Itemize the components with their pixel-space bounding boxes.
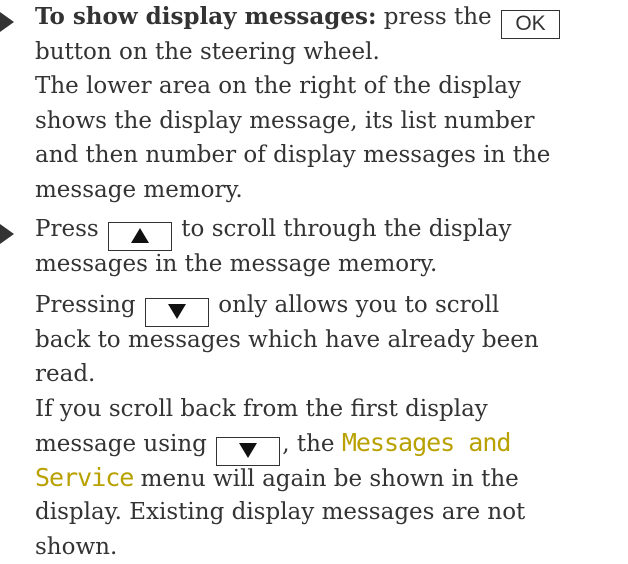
step1-line-4: shows the display message, its list numb… (35, 104, 622, 139)
step2-line-5: read. (35, 357, 622, 392)
step2-press: Press (35, 216, 106, 242)
ok-key-icon: OK (501, 10, 560, 39)
step-heading: To show display messages: (35, 3, 376, 30)
step2-line-9: display. Existing display messages are n… (35, 495, 622, 530)
step2-line-10: shown. (35, 530, 622, 564)
step-text: To show display messages: press the OK b… (35, 0, 622, 207)
step2-line-6: If you scroll back from the first displa… (35, 392, 622, 427)
step2-line-4: back to messages which have already been (35, 323, 622, 358)
menu-name-highlight: Service (35, 463, 133, 492)
step2-text-b: only allows you to scroll (211, 292, 499, 318)
step2-line-2: messages in the message memory. (35, 247, 622, 282)
step2-line-8: Service menu will again be shown in the (35, 461, 622, 496)
manual-page: To show display messages: press the OK b… (0, 0, 628, 562)
step1-line-2: button on the steering wheel. (35, 35, 622, 70)
step1-line-3: The lower area on the right of the displ… (35, 69, 622, 104)
step1-text-a: press the (376, 4, 499, 30)
step2-line-3: Pressing only allows you to scroll (35, 288, 622, 323)
menu-name-highlight: Messages and (342, 428, 511, 457)
bullet-arrow-icon (0, 224, 14, 244)
step2-line8b: menu will again be shown in the (133, 466, 518, 492)
step2-line7a: message using (35, 431, 214, 457)
step2-pressing: Pressing (35, 292, 143, 318)
step2-text-a: to scroll through the display (174, 216, 511, 242)
step2-line7b: , the (282, 431, 342, 457)
step2-line-7: message using , the Messages and (35, 426, 622, 461)
step1-line-1: To show display messages: press the OK (35, 0, 622, 35)
step1-line-6: message memory. (35, 173, 622, 208)
step2-line-1: Press to scroll through the display (35, 212, 622, 247)
bullet-arrow-icon (0, 12, 14, 32)
step-text: Press to scroll through the display mess… (35, 212, 622, 564)
step1-line-5: and then number of display messages in t… (35, 138, 622, 173)
